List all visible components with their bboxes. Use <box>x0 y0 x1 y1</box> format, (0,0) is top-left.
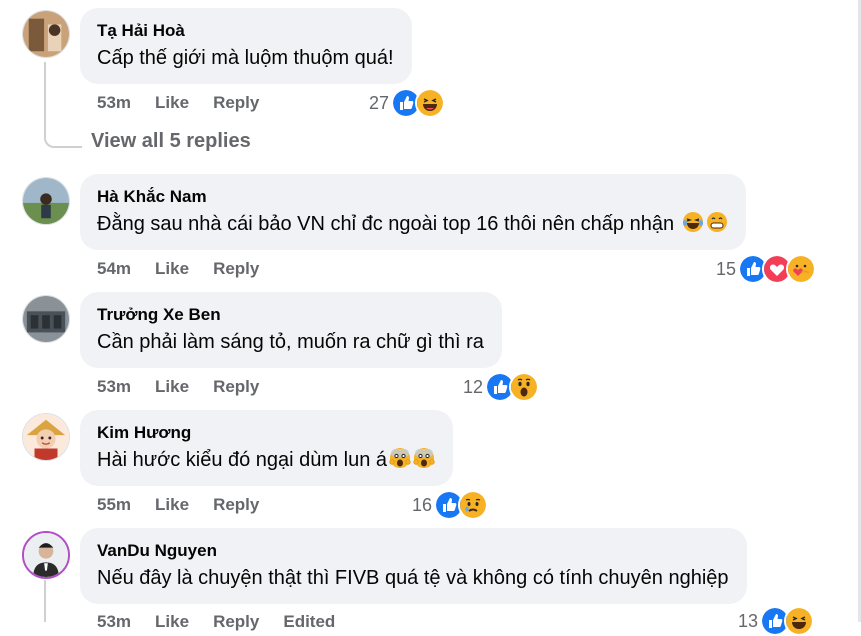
comment-time[interactable]: 54m <box>97 259 131 278</box>
wow-icon <box>509 372 540 402</box>
like-button[interactable]: Like <box>155 495 189 514</box>
reply-button[interactable]: Reply <box>213 495 259 514</box>
haha-icon <box>415 88 446 118</box>
comment-author[interactable]: Trưởng Xe Ben <box>97 304 484 326</box>
scream-emoji <box>389 448 411 468</box>
avatar[interactable] <box>22 531 70 579</box>
avatar[interactable] <box>22 413 70 461</box>
comment-text: Hài hước kiểu đó ngại dùm lun á <box>97 446 435 474</box>
reaction-summary[interactable]: 13 <box>738 606 815 636</box>
comment-author[interactable]: Tạ Hải Hoà <box>97 20 394 42</box>
comment-actions: 53m Like Reply <box>97 377 283 397</box>
comment-text-content: Hài hước kiểu đó ngại dùm lun á <box>97 449 387 471</box>
comment-author[interactable]: Kim Hương <box>97 422 435 444</box>
care-icon <box>786 254 817 284</box>
reaction-count: 16 <box>412 494 433 515</box>
comment-text: Cấp thế giới mà luộm thuộm quá! <box>97 47 394 69</box>
reaction-summary[interactable]: 27 <box>369 88 446 118</box>
laughing-tears-emoji <box>682 212 703 232</box>
reaction-summary[interactable]: 16 <box>412 490 489 520</box>
sad-icon <box>458 490 489 520</box>
scream-emoji <box>413 448 435 468</box>
avatar[interactable] <box>22 177 70 225</box>
comment-actions: 53m Like Reply <box>97 93 283 113</box>
comment-actions: 53m Like Reply Edited <box>97 612 359 632</box>
comment-author[interactable]: Hà Khắc Nam <box>97 186 728 208</box>
like-button[interactable]: Like <box>155 377 189 396</box>
like-button[interactable]: Like <box>155 259 189 278</box>
thread-line <box>44 62 46 122</box>
comment-text: Cần phải làm sáng tỏ, muốn ra chữ gì thì… <box>97 331 484 353</box>
reaction-count: 12 <box>463 376 484 397</box>
comment-text: Đằng sau nhà cái bảo VN chỉ đc ngoài top… <box>97 210 728 238</box>
comment-bubble: Kim Hương Hài hước kiểu đó ngại dùm lun … <box>80 410 453 486</box>
thread-line-bottom <box>44 580 46 622</box>
reply-button[interactable]: Reply <box>213 259 259 278</box>
reaction-count: 13 <box>738 610 759 631</box>
comment-text-content: Đằng sau nhà cái bảo VN chỉ đc ngoài top… <box>97 213 675 235</box>
like-button[interactable]: Like <box>155 93 189 112</box>
reaction-count: 15 <box>716 258 737 279</box>
comment-text: Nếu đây là chuyện thật thì FIVB quá tệ v… <box>97 567 729 589</box>
comment-bubble: Hà Khắc Nam Đằng sau nhà cái bảo VN chỉ … <box>80 174 746 250</box>
view-replies-link[interactable]: View all 5 replies <box>91 130 251 153</box>
comment-bubble: Tạ Hải Hoà Cấp thế giới mà luộm thuộm qu… <box>80 8 412 84</box>
reaction-summary[interactable]: 12 <box>463 372 540 402</box>
grin-emoji <box>706 212 727 232</box>
comment-actions: 54m Like Reply <box>97 259 283 279</box>
comment-time[interactable]: 55m <box>97 495 131 514</box>
haha-icon <box>784 606 815 636</box>
avatar[interactable] <box>22 295 70 343</box>
reaction-summary[interactable]: 15 <box>716 254 817 284</box>
comment-bubble: VanDu Nguyen Nếu đây là chuyện thật thì … <box>80 528 747 604</box>
avatar[interactable] <box>22 10 70 58</box>
comment-actions: 55m Like Reply <box>97 495 283 515</box>
comment-time[interactable]: 53m <box>97 93 131 112</box>
reaction-count: 27 <box>369 92 390 113</box>
comment-author[interactable]: VanDu Nguyen <box>97 540 729 562</box>
reply-button[interactable]: Reply <box>213 377 259 396</box>
reply-button[interactable]: Reply <box>213 93 259 112</box>
thread-elbow <box>44 118 82 148</box>
comment-bubble: Trưởng Xe Ben Cần phải làm sáng tỏ, muốn… <box>80 292 502 368</box>
comment-time[interactable]: 53m <box>97 377 131 396</box>
